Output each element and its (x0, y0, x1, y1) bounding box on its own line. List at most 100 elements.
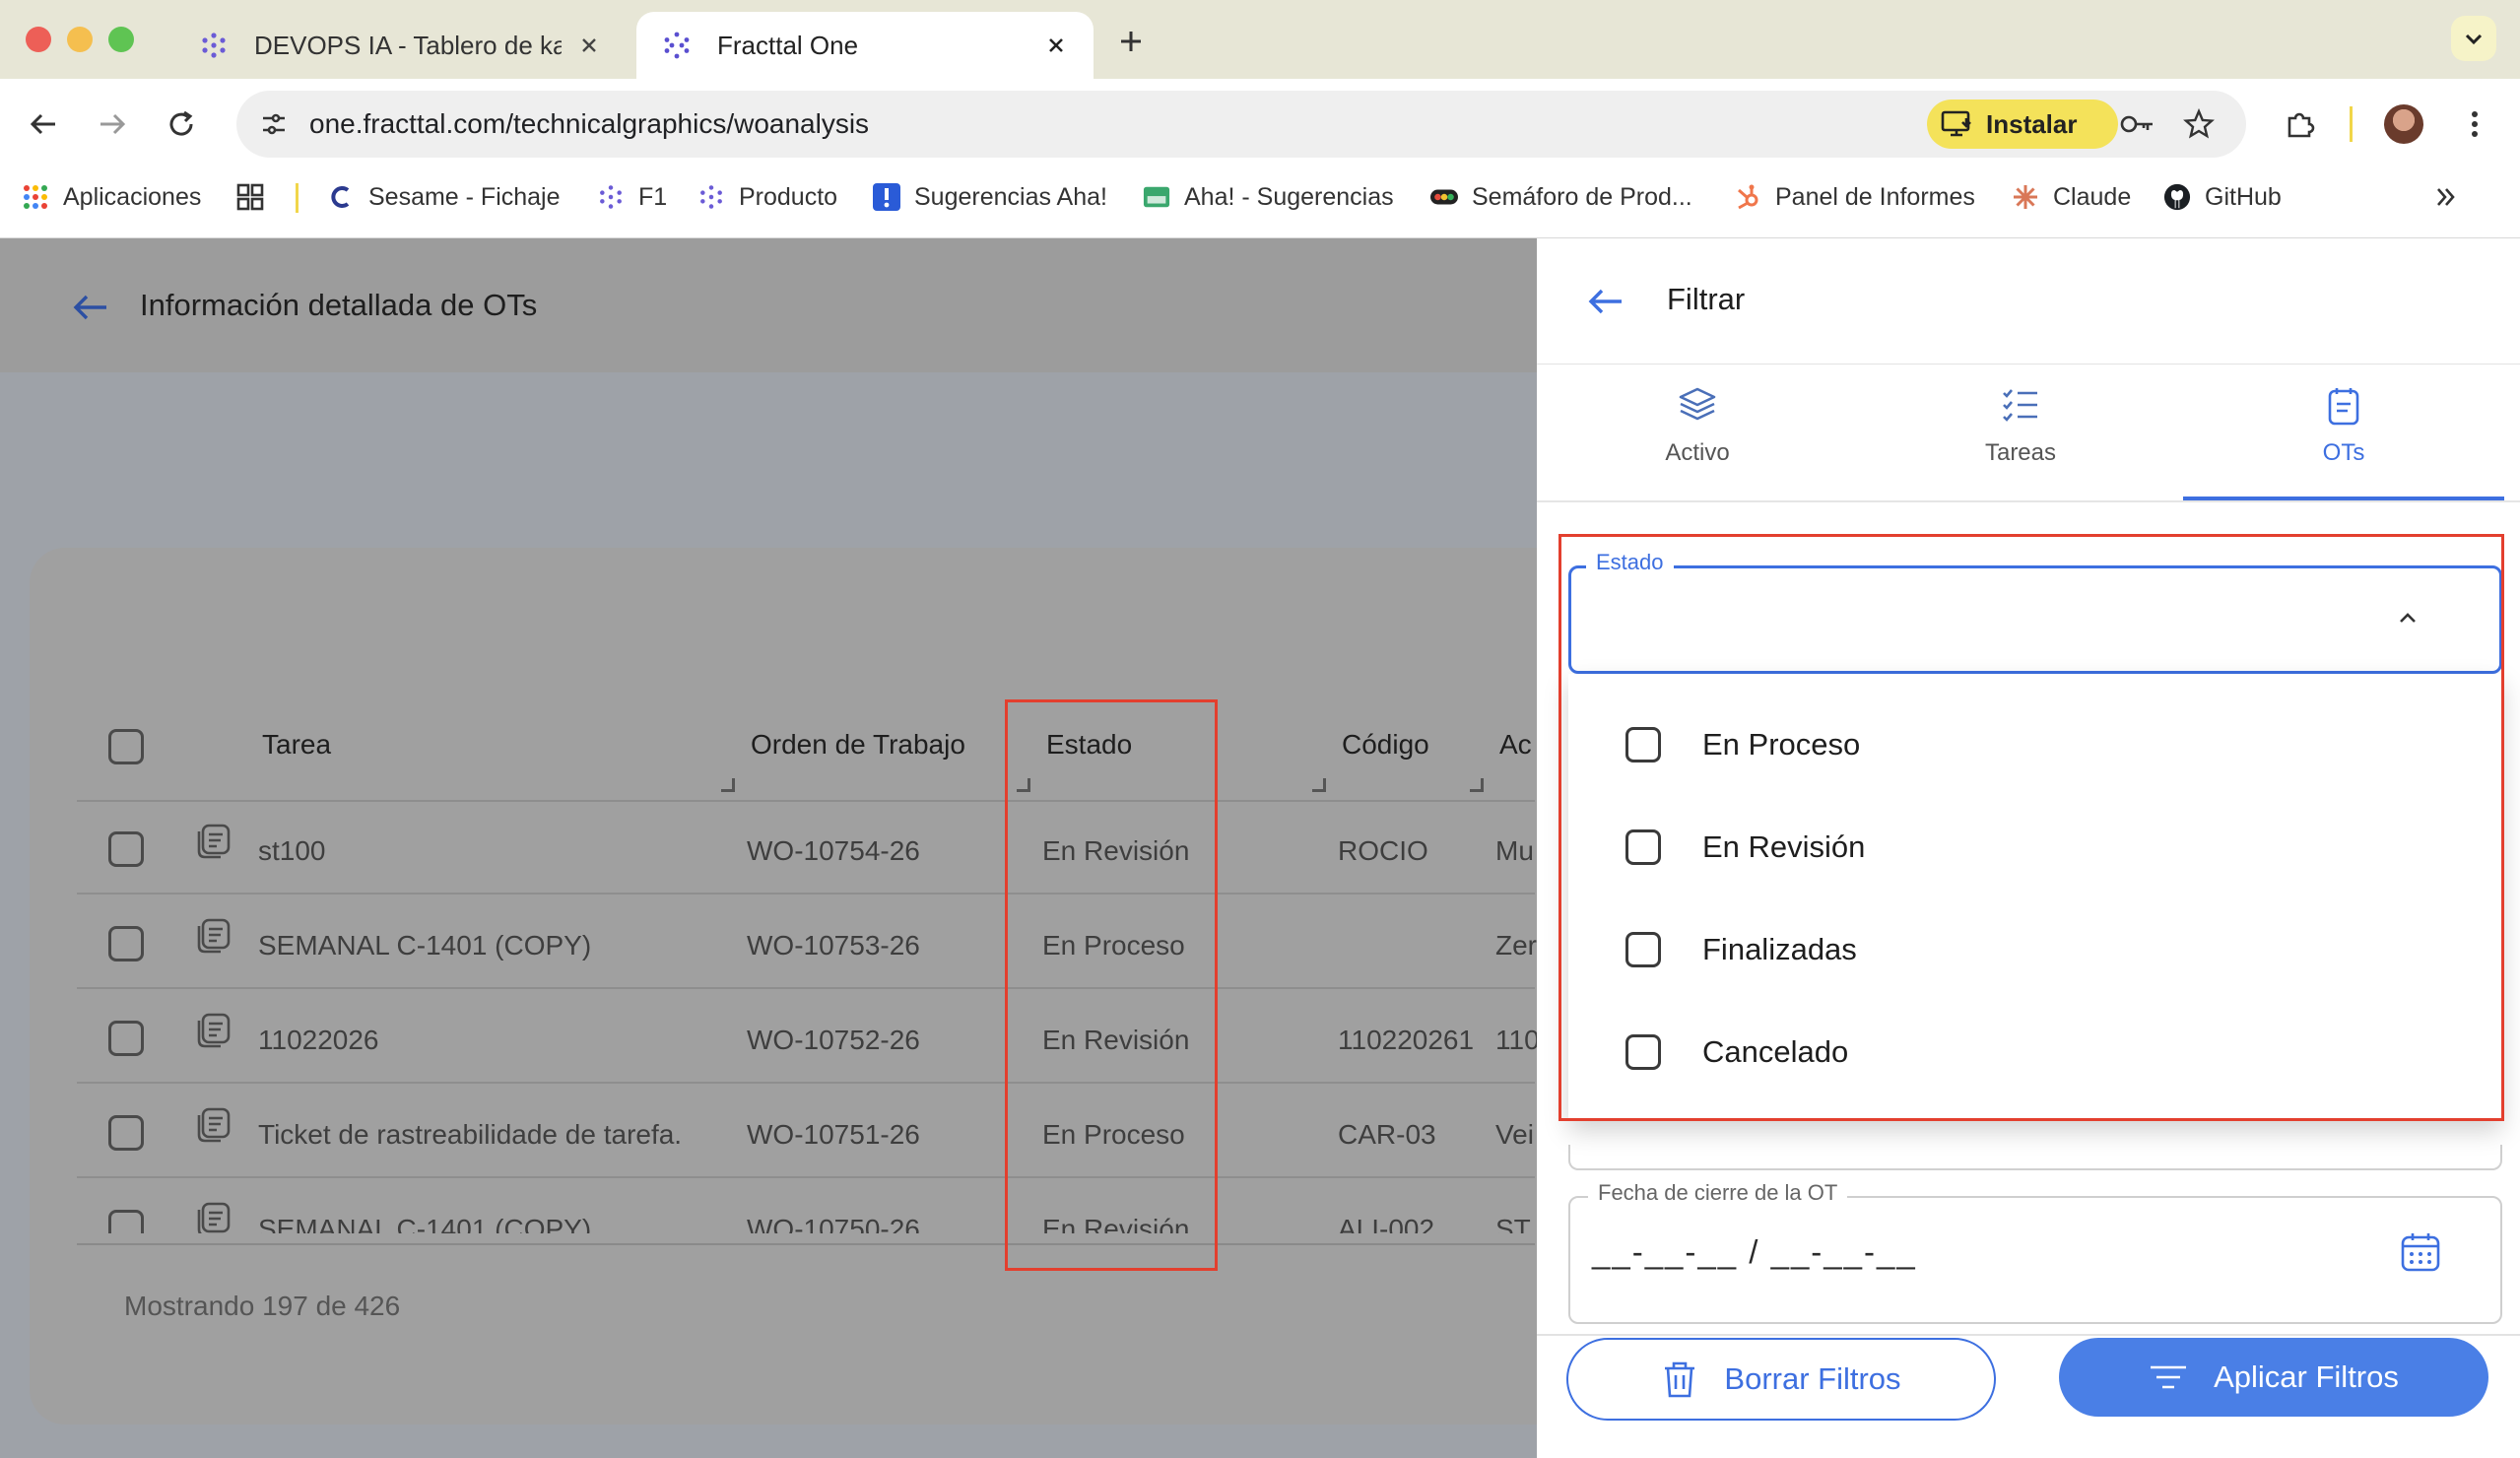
aha-icon (1143, 183, 1170, 211)
table-row[interactable]: 11022026 WO-10752-26 En Revisión 1102202… (0, 989, 1537, 1084)
table-row[interactable]: SEMANAL C-1401 (COPY) WO-10753-26 En Pro… (0, 895, 1537, 989)
row-checkbox[interactable] (108, 1210, 144, 1233)
bookmark-sugerencias-aha[interactable]: Sugerencias Aha! (873, 177, 1107, 217)
task-ticket-icon (197, 1107, 231, 1143)
task-ticket-icon (197, 824, 231, 859)
cell-tarea: st100 (258, 835, 326, 866)
bookmark-aplicaciones[interactable]: Aplicaciones (22, 177, 201, 217)
extensions-puzzle-icon[interactable] (2280, 104, 2319, 144)
apply-filters-label: Aplicar Filtros (2214, 1359, 2399, 1394)
active-tab-indicator (2183, 497, 2504, 500)
task-ticket-icon (197, 1202, 231, 1233)
profile-avatar[interactable] (2384, 104, 2423, 144)
tab-tareas[interactable]: Tareas (1860, 384, 2181, 493)
cell-activo: Vei (1495, 1119, 1534, 1150)
bookmark-star-icon[interactable] (2179, 104, 2219, 144)
column-header-activo[interactable]: Ac (1499, 729, 1532, 761)
hubspot-icon (1734, 183, 1761, 211)
apps-grid-icon (22, 183, 49, 211)
cell-activo: Zer (1495, 930, 1537, 961)
github-icon (2163, 183, 2191, 211)
table-row[interactable]: SEMANAL C-1401 (COPY) WO-10750-26 En Rev… (0, 1178, 1537, 1233)
reload-icon (169, 110, 193, 136)
pagination-count: Mostrando 197 de 426 (124, 1291, 401, 1321)
reload-button[interactable] (162, 104, 201, 144)
window-maximize-button[interactable] (108, 27, 134, 52)
window-close-button[interactable] (26, 27, 51, 52)
column-header-tarea[interactable]: Tarea (262, 729, 331, 761)
bookmark-sesame[interactable]: Sesame - Fichaje (327, 177, 561, 217)
clear-filters-button[interactable]: Borrar Filtros (1566, 1338, 1996, 1421)
more-menu-icon[interactable] (2455, 104, 2494, 144)
url-text: one.fracttal.com/technicalgraphics/woana… (309, 108, 870, 139)
cell-orden: WO-10753-26 (747, 930, 920, 961)
tab-label: OTs (2322, 439, 2365, 466)
apply-filters-button[interactable]: Aplicar Filtros (2059, 1338, 2488, 1417)
close-tab-icon[interactable] (1044, 33, 1068, 57)
bookmark-semaforo[interactable]: Semáforo de Prod... (1430, 177, 1692, 217)
back-button[interactable] (24, 104, 63, 144)
new-tab-icon[interactable] (1113, 24, 1149, 59)
install-app-button[interactable]: Instalar (1927, 99, 2118, 149)
column-resize-handle[interactable] (1470, 778, 1484, 792)
column-header-codigo[interactable]: Código (1342, 729, 1429, 761)
window-minimize-button[interactable] (67, 27, 93, 52)
bookmark-label: Sesame - Fichaje (368, 182, 561, 211)
cell-orden: WO-10751-26 (747, 1119, 920, 1150)
bookmark-f1[interactable]: F1 (597, 177, 667, 217)
cell-activo: 110 (1495, 1025, 1537, 1055)
arrow-left-icon[interactable] (1584, 280, 1627, 323)
fracttal-icon (202, 33, 226, 58)
more-bookmarks-button[interactable] (2433, 177, 2459, 217)
row-checkbox[interactable] (108, 926, 144, 961)
arrow-left-icon[interactable] (69, 286, 112, 329)
password-key-icon[interactable] (2118, 104, 2157, 144)
grid-icon (236, 183, 264, 211)
trash-icon (1665, 1361, 1695, 1398)
close-tab-icon[interactable] (577, 33, 601, 57)
filter-panel: Filtrar Activo Tareas OTs Estado En Proc… (1537, 238, 2520, 1458)
bookmarks-divider (296, 183, 298, 213)
browser-tab-fracttal[interactable]: Fracttal One (636, 12, 1094, 79)
bookmark-github[interactable]: GitHub (2163, 177, 2282, 217)
browser-tab-devops[interactable]: DEVOPS IA - Tablero de kanban (173, 12, 627, 79)
row-checkbox[interactable] (108, 1021, 144, 1056)
bookmark-label: Aha! - Sugerencias (1184, 182, 1394, 211)
install-label: Instalar (1986, 108, 2078, 139)
cell-orden: WO-10752-26 (747, 1025, 920, 1055)
fecha-cierre-value: __-__-__ / __-__-__ (1592, 1233, 1917, 1270)
site-info-icon[interactable] (254, 104, 294, 144)
filter-field-edge (1568, 1145, 2502, 1170)
row-checkbox[interactable] (108, 831, 144, 867)
page-title: Información detallada de OTs (140, 288, 538, 322)
table-row[interactable]: Ticket de rastreabilidade de tarefa. WO-… (0, 1084, 1537, 1178)
fecha-cierre-label: Fecha de cierre de la OT (1588, 1180, 1848, 1206)
calendar-icon[interactable] (2398, 1229, 2443, 1275)
bookmark-panel-informes[interactable]: Panel de Informes (1734, 177, 1975, 217)
select-all-checkbox[interactable] (108, 729, 144, 764)
cell-codigo: ALI-002 (1338, 1214, 1435, 1233)
tab-ots[interactable]: OTs (2183, 384, 2504, 493)
filter-panel-title: Filtrar (1667, 282, 1746, 316)
tab-label: Tareas (1984, 439, 2057, 466)
bookmark-label: Claude (2053, 182, 2132, 211)
cell-codigo: CAR-03 (1338, 1119, 1436, 1150)
semaphore-icon (1430, 183, 1458, 211)
bookmark-claude[interactable]: Claude (2012, 177, 2131, 217)
bookmark-grid[interactable] (236, 177, 278, 217)
cell-codigo: ROCIO (1338, 835, 1428, 866)
forward-button[interactable] (93, 104, 132, 144)
tab-search-button[interactable] (2451, 16, 2496, 61)
bookmark-aha-sugerencias[interactable]: Aha! - Sugerencias (1143, 177, 1394, 217)
bookmark-label: GitHub (2205, 182, 2282, 211)
bookmark-producto[interactable]: Producto (697, 177, 837, 217)
row-checkbox[interactable] (108, 1115, 144, 1151)
column-resize-handle[interactable] (721, 778, 735, 792)
table-row[interactable]: st100 WO-10754-26 En Revisión ROCIO Mu (0, 800, 1537, 895)
column-header-orden[interactable]: Orden de Trabajo (751, 729, 965, 761)
fracttal-icon (664, 32, 690, 59)
cell-activo: Mu (1495, 835, 1534, 866)
exclamation-icon (873, 183, 900, 211)
tab-activo[interactable]: Activo (1537, 384, 1858, 493)
column-resize-handle[interactable] (1312, 778, 1326, 792)
